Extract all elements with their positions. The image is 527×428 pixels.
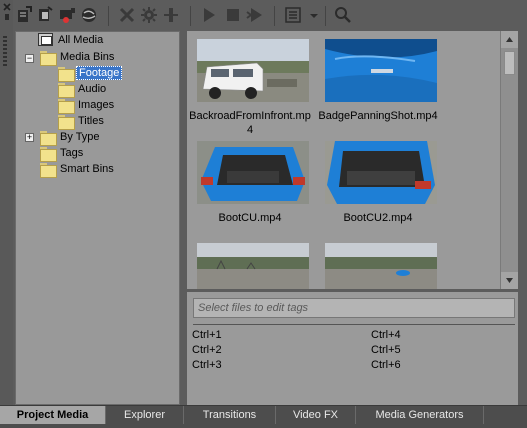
expand-toggle[interactable]: + [25,133,34,142]
scroll-down-icon[interactable] [501,272,518,289]
scroll-thumb[interactable] [504,51,515,75]
folder-icon [58,115,75,130]
capture-video-icon[interactable] [36,6,54,24]
media-thumbnail[interactable] [197,141,309,204]
tag-shortcut[interactable]: Ctrl+3 [192,359,222,372]
tree-item-audio[interactable]: Audio [58,82,178,98]
media-thumbnail[interactable] [325,243,437,289]
media-filename: BootCU.mp4 [218,212,282,224]
remove-media-icon[interactable] [118,6,136,24]
media-item[interactable]: BootCU.mp4 [187,141,313,226]
toolbar-separator [108,6,109,26]
search-icon[interactable] [334,6,352,24]
folder-icon [58,67,75,82]
tab-video-fx[interactable]: Video FX [276,406,356,424]
tag-shortcut[interactable]: Ctrl+6 [371,359,401,372]
window-tab-bar: Project Media Explorer Transitions Video… [0,405,527,428]
media-grid: BackroadFromInfront.mp4 BadgePanningShot… [187,31,500,289]
toolbar-separator [325,6,326,26]
media-filename: BadgePanningShot.mp4 [318,110,438,122]
all-media-icon [38,33,53,46]
media-thumbnail[interactable] [197,243,309,289]
tab-media-generators[interactable]: Media Generators [356,406,484,424]
tab-explorer[interactable]: Explorer [106,406,184,424]
tree-item-tags[interactable]: Tags [40,146,178,162]
collapse-toggle[interactable]: − [25,54,34,63]
folder-icon [40,147,57,162]
auto-preview-icon[interactable] [246,6,264,24]
media-item[interactable]: BootCU2.mp4 [315,141,441,226]
folder-icon [40,163,57,178]
views-icon[interactable] [284,6,302,24]
media-item[interactable]: BackroadFromInfront.mp4 [187,39,313,139]
media-filename: BootCU2.mp4 [343,212,413,224]
tree-item-label: Tags [60,147,84,159]
tree-item-all-media[interactable]: All Media [38,33,178,48]
pin-icon[interactable] [5,14,9,20]
tree-item-label: All Media [58,34,104,46]
toolbar-separator [190,6,191,26]
folder-icon [40,51,57,66]
media-thumbnail[interactable] [325,141,437,204]
media-item[interactable] [315,243,441,289]
divider [193,324,515,325]
toolbar [13,0,527,31]
tags-input[interactable] [193,298,515,318]
tree-item-by-type[interactable]: By Type [40,130,178,146]
tag-shortcut[interactable]: Ctrl+5 [371,344,401,357]
import-media-icon[interactable] [15,6,33,24]
tree-item-label: Audio [78,83,107,95]
media-thumbnail[interactable] [197,39,309,102]
folder-icon [58,99,75,114]
tags-panel: Ctrl+1 Ctrl+2 Ctrl+3 Ctrl+4 Ctrl+5 Ctrl+… [187,292,518,405]
tree-item-label: Titles [78,115,104,127]
media-thumbnail[interactable] [325,39,437,102]
tag-shortcut[interactable]: Ctrl+1 [192,329,222,342]
chevron-down-icon[interactable] [309,6,319,24]
tree-item-label: Images [78,99,115,111]
scroll-up-icon[interactable] [501,31,518,48]
media-item[interactable]: BadgePanningShot.mp4 [315,39,441,139]
close-icon[interactable] [3,3,11,11]
folder-icon [58,83,75,98]
stop-icon[interactable] [224,6,242,24]
get-photos-icon[interactable] [80,6,98,24]
tag-shortcut[interactable]: Ctrl+4 [371,329,401,342]
get-media-from-web-icon[interactable] [58,6,76,24]
tab-project-media[interactable]: Project Media [0,406,106,424]
tree-item-images[interactable]: Images [58,98,178,114]
play-icon[interactable] [200,6,218,24]
tree-item-titles[interactable]: Titles [58,114,178,130]
tree-item-smart-bins[interactable]: Smart Bins [40,162,178,178]
tab-transitions[interactable]: Transitions [184,406,276,424]
toolbar-separator [274,6,275,26]
tree-item-footage[interactable]: Footage [58,66,178,82]
folder-icon [40,131,57,146]
media-fx-icon[interactable] [140,6,158,24]
tree-item-label: By Type [60,131,100,143]
properties-icon[interactable] [162,6,180,24]
media-filename: BackroadFromInfront.mp4 [189,110,311,136]
tag-shortcut[interactable]: Ctrl+2 [192,344,222,357]
media-item[interactable] [187,243,313,289]
tree-item-label: Smart Bins [60,163,114,175]
tree-item-media-bins[interactable]: Media Bins [40,50,178,66]
dock-handle[interactable] [0,0,13,405]
tree-item-label: Media Bins [60,51,115,63]
grip-icon[interactable] [3,36,7,66]
media-scrollbar[interactable] [500,31,518,289]
media-bins-tree: All Media − Media Bins Footage Audio Ima… [15,31,180,405]
tree-item-label: Footage [76,66,123,80]
